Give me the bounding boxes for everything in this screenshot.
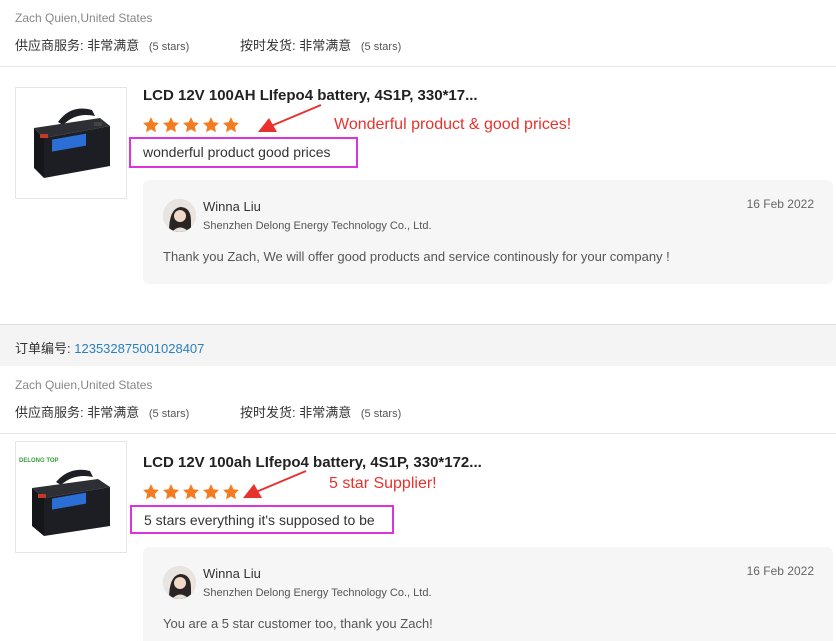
- reply-author-name: Winna Liu: [203, 199, 261, 214]
- supplier-service-rating: 供应商服务: 非常满意 (5 stars): [15, 402, 189, 421]
- star-icon: [143, 117, 159, 133]
- reply-text: Thank you Zach, We will offer good produ…: [163, 249, 670, 264]
- delivery-value: 非常满意: [299, 405, 352, 420]
- reply-date: 16 Feb 2022: [746, 197, 814, 211]
- divider: [0, 433, 836, 434]
- order-header: 订单编号: 123532875001028407: [0, 324, 836, 366]
- delivery-stars: (5 stars): [360, 408, 402, 420]
- star-rating: [142, 116, 240, 134]
- supplier-service-label: 供应商服务:: [15, 38, 84, 53]
- on-time-delivery-rating: 按时发货: 非常满意 (5 stars): [240, 402, 401, 421]
- reply-date: 16 Feb 2022: [746, 564, 814, 578]
- reply-company: Shenzhen Delong Energy Technology Co., L…: [203, 587, 432, 599]
- delivery-value: 非常满意: [299, 38, 352, 53]
- star-icon: [163, 117, 179, 133]
- delivery-label: 按时发货:: [240, 405, 296, 420]
- supplier-service-label: 供应商服务:: [15, 405, 84, 420]
- order-id: 订单编号: 123532875001028407: [15, 338, 204, 357]
- reply-author-name: Winna Liu: [203, 566, 261, 581]
- supplier-reply: Winna Liu Shenzhen Delong Energy Technol…: [143, 547, 833, 641]
- review-text: 5 stars everything it's supposed to be: [130, 505, 394, 534]
- avatar: [163, 199, 196, 232]
- battery-image-icon: [34, 108, 110, 178]
- supplier-service-rating: 供应商服务: 非常满意 (5 stars): [15, 35, 189, 54]
- star-icon: [163, 484, 179, 500]
- supplier-service-stars: (5 stars): [148, 408, 190, 420]
- supplier-reply: Winna Liu Shenzhen Delong Energy Technol…: [143, 180, 833, 284]
- brand-logo: DELONG TOP: [19, 458, 59, 464]
- delivery-label: 按时发货:: [240, 38, 296, 53]
- star-icon: [223, 484, 239, 500]
- review-text: wonderful product good prices: [129, 137, 358, 168]
- annotation-text: 5 star Supplier!: [329, 475, 437, 492]
- annotation-arrow-icon: [258, 104, 322, 132]
- product-title[interactable]: LCD 12V 100ah LIfepo4 battery, 4S1P, 330…: [143, 454, 482, 471]
- buyer-name: Zach Quien,United States: [15, 11, 153, 25]
- reply-company: Shenzhen Delong Energy Technology Co., L…: [203, 220, 432, 232]
- order-id-link[interactable]: 123532875001028407: [74, 341, 204, 356]
- avatar: [163, 566, 196, 599]
- buyer-name: Zach Quien,United States: [15, 378, 153, 392]
- star-icon: [143, 484, 159, 500]
- order-id-label: 订单编号:: [15, 341, 71, 356]
- star-rating: [142, 483, 240, 501]
- product-thumbnail[interactable]: DELONG TOP: [15, 441, 127, 553]
- supplier-service-stars: (5 stars): [148, 41, 190, 53]
- star-icon: [203, 484, 219, 500]
- reply-text: You are a 5 star customer too, thank you…: [163, 616, 433, 631]
- on-time-delivery-rating: 按时发货: 非常满意 (5 stars): [240, 35, 401, 54]
- star-icon: [183, 484, 199, 500]
- annotation-text: Wonderful product & good prices!: [334, 116, 572, 133]
- star-icon: [223, 117, 239, 133]
- star-icon: [183, 117, 199, 133]
- star-icon: [203, 117, 219, 133]
- product-thumbnail[interactable]: [15, 87, 127, 199]
- delivery-stars: (5 stars): [360, 41, 402, 53]
- supplier-service-value: 非常满意: [87, 38, 140, 53]
- divider: [0, 66, 836, 67]
- supplier-service-value: 非常满意: [87, 405, 140, 420]
- annotation-arrow-icon: [243, 470, 307, 498]
